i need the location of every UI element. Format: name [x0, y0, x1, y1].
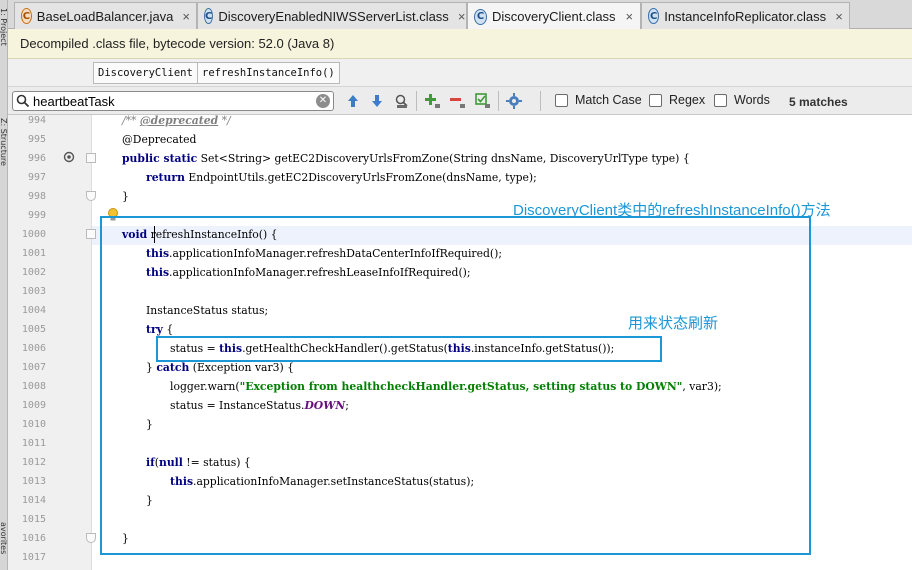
- line-number: 1007: [21, 362, 46, 373]
- tab-label: DiscoveryClient.class: [492, 9, 616, 24]
- method-annotation-note: DiscoveryClient类中的refreshInstanceInfo()方…: [513, 202, 831, 219]
- next-occurrence-icon[interactable]: [368, 92, 386, 110]
- match-count: 5 matches: [789, 95, 848, 109]
- fold-toggle-icon[interactable]: [86, 153, 96, 163]
- tab-discoveryclient[interactable]: C DiscoveryClient.class ×: [467, 2, 641, 30]
- search-icon: [16, 94, 30, 108]
- line-number: 1008: [21, 381, 46, 392]
- line-number: 1005: [21, 324, 46, 335]
- line-number: 1017: [21, 552, 46, 563]
- close-icon[interactable]: ×: [835, 9, 843, 24]
- code-line: @Deprecated: [122, 130, 196, 149]
- tab-label: DiscoveryEnabledNIWSServerList.class: [218, 8, 449, 24]
- class-file-icon: C: [204, 8, 214, 24]
- line-number: 998: [27, 191, 46, 202]
- banner-text: Decompiled .class file, bytecode version…: [20, 36, 335, 51]
- code-text: EndpointUtils.getEC2DiscoveryUrlsFromZon…: [184, 171, 537, 184]
- code-line: }: [122, 187, 129, 206]
- comment: /**: [122, 114, 140, 127]
- fold-toggle-icon[interactable]: [86, 229, 96, 239]
- tab-label: InstanceInfoReplicator.class: [664, 8, 827, 24]
- method-highlight-box: [100, 216, 811, 555]
- line-number: 994: [27, 115, 46, 126]
- fold-toggle-icon[interactable]: [86, 191, 96, 201]
- tab-label: BaseLoadBalancer.java: [36, 8, 174, 24]
- line-number: 1009: [21, 400, 46, 411]
- regex-label: Regex: [669, 93, 706, 107]
- tool-window-strip: 1: Project Z: Structure avorites: [0, 0, 8, 570]
- annotation-token: @Deprecated: [122, 133, 197, 146]
- code-text: Set<String> getEC2DiscoveryUrlsFromZone(…: [197, 152, 690, 165]
- tab-instanceinforeplicator[interactable]: C InstanceInfoReplicator.class ×: [641, 2, 850, 29]
- decompiled-notice-banner: Decompiled .class file, bytecode version…: [8, 29, 912, 59]
- fold-toggle-icon[interactable]: [86, 533, 96, 543]
- previous-occurrence-icon[interactable]: [344, 92, 362, 110]
- search-input[interactable]: [33, 93, 313, 109]
- comment-tag: @deprecated: [140, 114, 218, 127]
- java-file-icon: C: [21, 8, 32, 24]
- toolbar-separator: [416, 91, 417, 111]
- code-line: public static Set<String> getEC2Discover…: [122, 149, 690, 168]
- close-icon[interactable]: ×: [182, 9, 190, 24]
- close-icon[interactable]: ×: [458, 9, 466, 24]
- add-occurrence-icon[interactable]: [424, 92, 442, 110]
- line-number: 1003: [21, 286, 46, 297]
- line-number: 1016: [21, 533, 46, 544]
- line-number: 996: [27, 153, 46, 164]
- tab-baseloadbalancer[interactable]: C BaseLoadBalancer.java ×: [14, 2, 197, 29]
- search-field[interactable]: ✕: [12, 91, 334, 111]
- line-number: 999: [27, 210, 46, 221]
- close-icon[interactable]: ×: [625, 9, 634, 24]
- select-all-occurrences-icon[interactable]: [474, 92, 492, 110]
- editor-tab-bar: C BaseLoadBalancer.java × C DiscoveryEna…: [8, 0, 912, 30]
- override-marker-icon[interactable]: [63, 151, 75, 163]
- code-line: /** @deprecated */: [122, 111, 231, 130]
- code-text: }: [122, 190, 129, 203]
- words-label: Words: [734, 93, 770, 107]
- breadcrumb-method[interactable]: refreshInstanceInfo(): [197, 62, 340, 84]
- words-checkbox[interactable]: Words: [714, 93, 770, 107]
- line-number: 997: [27, 172, 46, 183]
- regex-checkbox[interactable]: Regex: [649, 93, 705, 107]
- toolbar-separator: [540, 91, 541, 111]
- status-line-highlight-box: [156, 336, 662, 362]
- status-annotation-note: 用来状态刷新: [628, 315, 719, 332]
- line-number: 1014: [21, 495, 46, 506]
- line-number: 1001: [21, 248, 46, 259]
- project-tool-window-button[interactable]: 1: Project: [0, 8, 8, 46]
- clear-search-icon[interactable]: ✕: [316, 94, 330, 108]
- line-number: 1002: [21, 267, 46, 278]
- line-number: 1012: [21, 457, 46, 468]
- structure-tool-window-button[interactable]: Z: Structure: [0, 118, 8, 166]
- line-number: 1011: [21, 438, 46, 449]
- line-number: 1006: [21, 343, 46, 354]
- checkbox-box[interactable]: [649, 93, 662, 107]
- line-number: 1010: [21, 419, 46, 430]
- comment: */: [218, 114, 231, 127]
- find-all-icon[interactable]: [393, 92, 411, 110]
- breadcrumb: DiscoveryClient refreshInstanceInfo(): [8, 59, 912, 87]
- match-case-label: Match Case: [575, 93, 642, 107]
- code-line: return EndpointUtils.getEC2DiscoveryUrls…: [146, 168, 537, 187]
- keyword: public static: [122, 152, 198, 165]
- class-file-icon: C: [474, 8, 488, 25]
- line-number: 1004: [21, 305, 46, 316]
- match-case-checkbox[interactable]: Match Case: [555, 93, 642, 107]
- class-file-icon: C: [648, 8, 660, 24]
- checkbox-box[interactable]: [714, 93, 727, 107]
- toolbar-separator: [498, 91, 499, 111]
- gear-icon[interactable]: [505, 92, 523, 110]
- comment-tag-text: @deprecated: [139, 114, 219, 127]
- tab-discoveryenablediwsserverlist[interactable]: C DiscoveryEnabledNIWSServerList.class ×: [197, 2, 467, 29]
- breadcrumb-class[interactable]: DiscoveryClient: [93, 62, 198, 84]
- remove-occurrence-icon[interactable]: [449, 92, 467, 110]
- line-number: 1013: [21, 476, 46, 487]
- keyword: return: [146, 171, 185, 184]
- checkbox-box[interactable]: [555, 93, 568, 107]
- favorites-tool-window-button[interactable]: avorites: [0, 522, 8, 554]
- line-number: 1015: [21, 514, 46, 525]
- line-number: 1000: [21, 229, 46, 240]
- code-editor[interactable]: 994 995 996 997 998 999 1000 1001 1002 1…: [8, 114, 912, 570]
- line-number: 995: [27, 134, 46, 145]
